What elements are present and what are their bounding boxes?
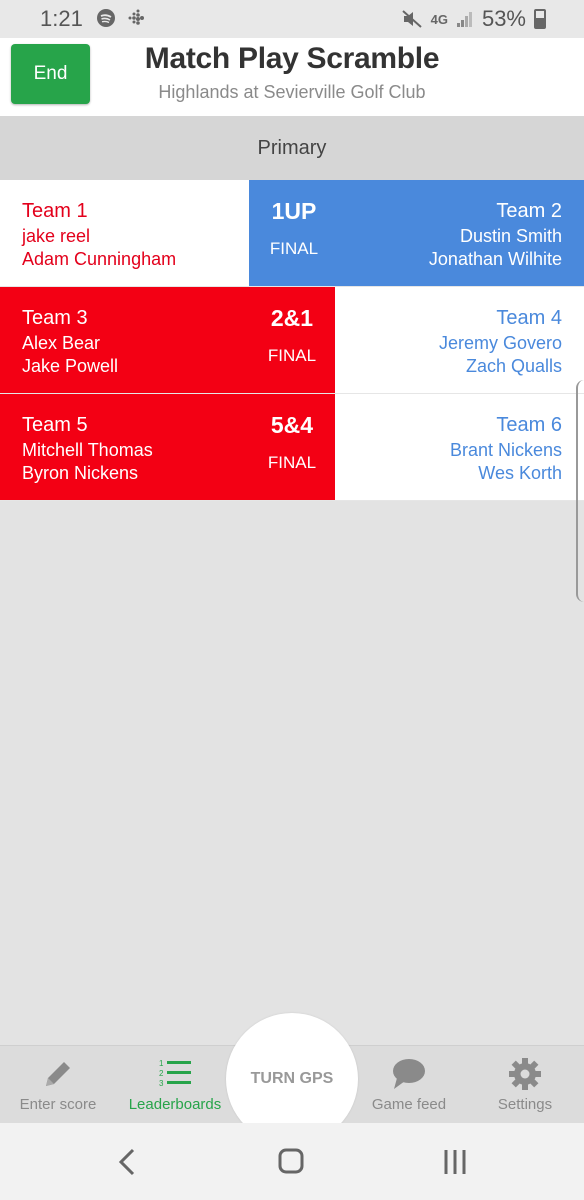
nav-label: Game feed [371, 1096, 447, 1113]
svg-text:2: 2 [159, 1069, 164, 1078]
nav-settings[interactable]: Settings [470, 1046, 580, 1124]
chat-bubble-icon [393, 1059, 425, 1089]
status-notification-icons [96, 8, 146, 28]
player-name: Zach Qualls [465, 356, 562, 376]
left-team-info: Team 1 jake reel Adam Cunningham [22, 200, 176, 271]
player-name: Brant Nickens [449, 440, 562, 460]
numbered-list-icon: 1 2 3 [159, 1059, 191, 1088]
match-result: 1UP FINAL [249, 198, 339, 259]
status-time: 1:21 [40, 6, 83, 31]
network-type: 4G [430, 11, 448, 27]
match-status: FINAL [267, 346, 317, 365]
match-score: 5&4 [270, 412, 314, 438]
svg-text:3: 3 [159, 1079, 164, 1088]
right-team-info: Team 6 Brant Nickens Wes Korth [450, 414, 562, 485]
player-name: Adam Cunningham [22, 249, 177, 269]
app-header: Match Play Scramble Highlands at Sevierv… [0, 38, 584, 116]
pencil-icon [46, 1062, 70, 1086]
right-team-panel: Team 6 Brant Nickens Wes Korth [335, 394, 584, 500]
battery-percent: 53% [481, 6, 526, 31]
section-header-primary: Primary [0, 116, 584, 180]
match-result: 2&1 FINAL [247, 305, 337, 366]
nav-game-feed[interactable]: Game feed [354, 1046, 464, 1124]
fitbit-icon [128, 9, 144, 25]
team-name: Team 2 [496, 200, 562, 222]
player-name: Jonathan Wilhite [428, 249, 562, 269]
team-name: Team 3 [22, 307, 88, 329]
match-score: 2&1 [270, 305, 314, 331]
match-row[interactable]: Team 1 jake reel Adam Cunningham 1UP FIN… [0, 180, 584, 287]
right-team-panel: Team 4 Jeremy Govero Zach Qualls [335, 287, 584, 393]
end-button[interactable]: End [11, 44, 90, 104]
player-name: Byron Nickens [22, 463, 139, 483]
nav-label: Leaderboards [128, 1096, 222, 1113]
team-name: Team 5 [22, 414, 88, 436]
left-team-info: Team 3 Alex Bear Jake Powell [22, 307, 118, 378]
team-name: Team 4 [496, 307, 562, 329]
left-team-panel: Team 5 Mitchell Thomas Byron Nickens 5&4… [0, 394, 335, 500]
nav-label: Enter score [19, 1096, 97, 1113]
left-team-panel: Team 1 jake reel Adam Cunningham [0, 180, 249, 286]
system-nav-bar [0, 1123, 584, 1200]
recent-apps-icon[interactable] [435, 1145, 475, 1179]
match-status: FINAL [269, 239, 319, 258]
player-name: Jake Powell [22, 356, 119, 376]
player-name: Jeremy Govero [438, 333, 562, 353]
right-team-panel: 1UP FINAL Team 2 Dustin Smith Jonathan W… [249, 180, 584, 286]
player-name: Dustin Smith [459, 226, 562, 246]
nav-label: Settings [497, 1096, 553, 1113]
match-status: FINAL [267, 453, 317, 472]
status-bar: 1:21 4G 53% [0, 0, 584, 38]
nav-leaderboards[interactable]: 1 2 3 Leaderboards [120, 1046, 230, 1124]
right-team-info: Team 4 Jeremy Govero Zach Qualls [439, 307, 562, 378]
svg-text:1: 1 [159, 1059, 164, 1068]
mute-icon [401, 10, 422, 28]
left-team-panel: Team 3 Alex Bear Jake Powell 2&1 FINAL [0, 287, 335, 393]
right-team-info: Team 2 Dustin Smith Jonathan Wilhite [429, 200, 562, 271]
nav-enter-score[interactable]: Enter score [3, 1046, 113, 1124]
home-icon[interactable] [271, 1145, 311, 1179]
match-result: 5&4 FINAL [247, 412, 337, 473]
back-icon[interactable] [107, 1145, 147, 1179]
match-row[interactable]: Team 3 Alex Bear Jake Powell 2&1 FINAL T… [0, 287, 584, 394]
battery-icon [534, 9, 546, 29]
spotify-icon [97, 9, 115, 27]
team-name: Team 6 [496, 414, 562, 436]
player-name: Mitchell Thomas [22, 440, 153, 460]
match-row[interactable]: Team 5 Mitchell Thomas Byron Nickens 5&4… [0, 394, 584, 501]
signal-icon [456, 12, 472, 27]
left-team-info: Team 5 Mitchell Thomas Byron Nickens [22, 414, 153, 485]
team-name: Team 1 [22, 200, 88, 222]
player-name: Wes Korth [478, 463, 562, 483]
player-name: Alex Bear [22, 333, 101, 353]
match-score: 1UP [271, 198, 317, 224]
status-system-icons: 4G 53% [401, 6, 546, 32]
player-name: jake reel [22, 226, 91, 246]
match-list: Team 1 jake reel Adam Cunningham 1UP FIN… [0, 180, 584, 501]
edge-panel-handle[interactable] [576, 380, 584, 602]
gear-icon [509, 1058, 541, 1090]
